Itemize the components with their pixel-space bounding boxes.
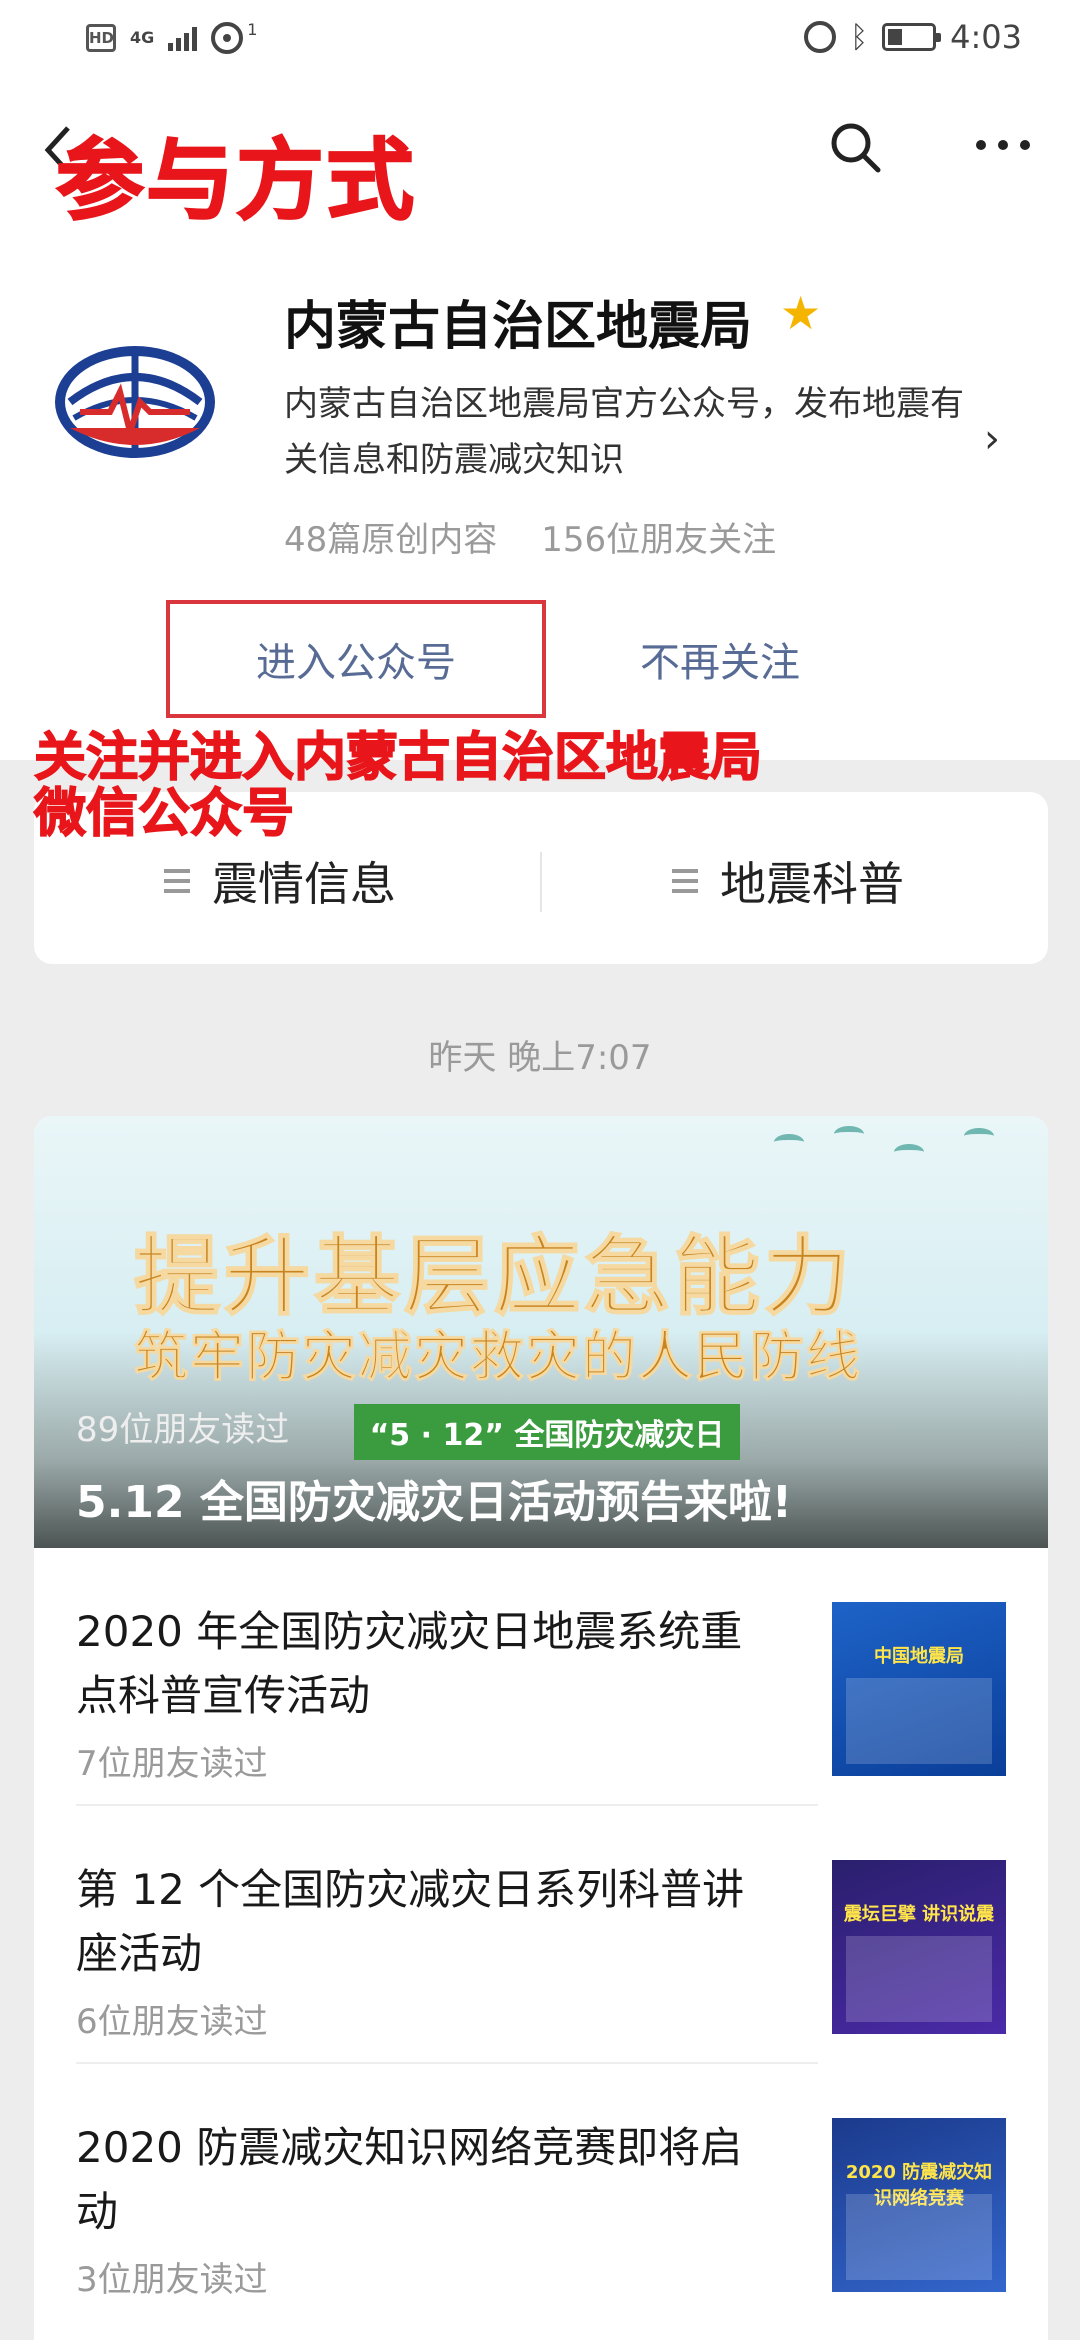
cover-title: 5.12 全国防灾减灾日活动预告来啦! bbox=[76, 1477, 792, 1528]
hd-icon: HD bbox=[86, 24, 116, 52]
signal-icon bbox=[168, 25, 198, 51]
hotspot-count: 1 bbox=[247, 19, 258, 39]
thumbnail-photos bbox=[846, 1936, 992, 2022]
overlay-note-line1: 关注并进入内蒙古自治区地震局 bbox=[33, 728, 763, 788]
account-logo bbox=[55, 346, 215, 458]
chevron-right-icon[interactable]: › bbox=[984, 416, 1000, 462]
overlay-note-line2: 微信公众号 bbox=[33, 784, 295, 844]
follower-count: 156位朋友关注 bbox=[541, 520, 777, 560]
thumbnail-table bbox=[846, 1678, 992, 1764]
bird-decoration bbox=[774, 1134, 804, 1150]
article-title: 第 12 个全国防灾减灾日系列科普讲座活动 bbox=[76, 1865, 745, 1978]
status-bar: HD 4G 1 ᛒ 4:03 bbox=[0, 0, 1080, 80]
menu-item-label: 震情信息 bbox=[212, 857, 396, 911]
cover-read-count: 89位朋友读过 bbox=[76, 1410, 290, 1450]
article-read-count: 6位朋友读过 bbox=[76, 2002, 268, 2042]
list-item[interactable]: 2020 年全国防灾减灾日地震系统重点科普宣传活动 7位朋友读过 中国地震局 bbox=[34, 1548, 1048, 1806]
enter-account-button[interactable]: 进入公众号 bbox=[166, 600, 546, 718]
more-icon[interactable] bbox=[976, 140, 1030, 154]
unfollow-button[interactable]: 不再关注 bbox=[560, 600, 880, 718]
bird-decoration bbox=[964, 1128, 994, 1144]
cover-subheadline: 筑牢防灾减灾救灾的人民防线 bbox=[134, 1325, 862, 1389]
article-thumbnail: 2020 防震减灾知识网络竞赛 bbox=[832, 2118, 1006, 2292]
list-item[interactable]: 第 12 个全国防灾减灾日系列科普讲座活动 6位朋友读过 震坛巨擘 讲识说震 bbox=[34, 1806, 1048, 2064]
search-icon[interactable] bbox=[828, 120, 882, 174]
overlay-title: 参与方式 bbox=[55, 128, 417, 233]
article-read-count: 3位朋友读过 bbox=[76, 2260, 268, 2300]
thumbnail-art bbox=[846, 2194, 992, 2280]
clock: 4:03 bbox=[950, 18, 1022, 56]
original-count: 48篇原创内容 bbox=[284, 520, 498, 560]
bird-decoration bbox=[834, 1126, 864, 1142]
overlay-note: 关注并进入内蒙古自治区地震局 微信公众号 bbox=[33, 728, 763, 844]
menu-item-label: 地震科普 bbox=[720, 857, 904, 911]
menu-icon bbox=[164, 869, 190, 893]
article-list: 提升基层应急能力 筑牢防灾减灾救灾的人民防线 “5 · 12” 全国防灾减灾日 … bbox=[34, 1116, 1048, 2340]
menu-item-quake-info[interactable]: 震情信息 bbox=[164, 848, 396, 914]
article-read-count: 7位朋友读过 bbox=[76, 1744, 268, 1784]
article-title: 2020 防震减灾知识网络竞赛即将启动 bbox=[76, 2123, 743, 2236]
account-description[interactable]: 内蒙古自治区地震局官方公众号，发布地震有关信息和防震减灾知识 bbox=[284, 376, 984, 488]
menu-item-quake-science[interactable]: 地震科普 bbox=[672, 848, 904, 914]
publish-date: 昨天 晚上7:07 bbox=[428, 1038, 652, 1078]
article-thumbnail: 中国地震局 bbox=[832, 1602, 1006, 1776]
list-item[interactable]: 2020 防震减灾知识网络竞赛即将启动 3位朋友读过 2020 防震减灾知识网络… bbox=[34, 2064, 1048, 2322]
alarm-icon bbox=[804, 21, 837, 53]
star-icon[interactable]: ★ bbox=[780, 286, 821, 340]
thumbnail-caption: 震坛巨擘 讲识说震 bbox=[843, 1904, 995, 1925]
cover-banner: “5 · 12” 全国防灾减灾日 bbox=[354, 1404, 740, 1460]
battery-icon bbox=[882, 23, 942, 51]
network-type: 4G bbox=[130, 28, 155, 47]
account-stats: 48篇原创内容 156位朋友关注 bbox=[284, 512, 776, 561]
hotspot-icon bbox=[211, 22, 244, 54]
bird-decoration bbox=[894, 1144, 924, 1160]
account-name: 内蒙古自治区地震局 bbox=[284, 297, 753, 357]
menu-icon bbox=[672, 869, 698, 893]
menu-divider bbox=[540, 852, 542, 912]
article-title: 2020 年全国防灾减灾日地震系统重点科普宣传活动 bbox=[76, 1607, 743, 1720]
bluetooth-icon: ᛒ bbox=[850, 19, 869, 55]
article-thumbnail: 震坛巨擘 讲识说震 bbox=[832, 1860, 1006, 2034]
cover-article[interactable]: 提升基层应急能力 筑牢防灾减灾救灾的人民防线 “5 · 12” 全国防灾减灾日 … bbox=[34, 1116, 1048, 1548]
thumbnail-caption: 中国地震局 bbox=[874, 1646, 964, 1667]
